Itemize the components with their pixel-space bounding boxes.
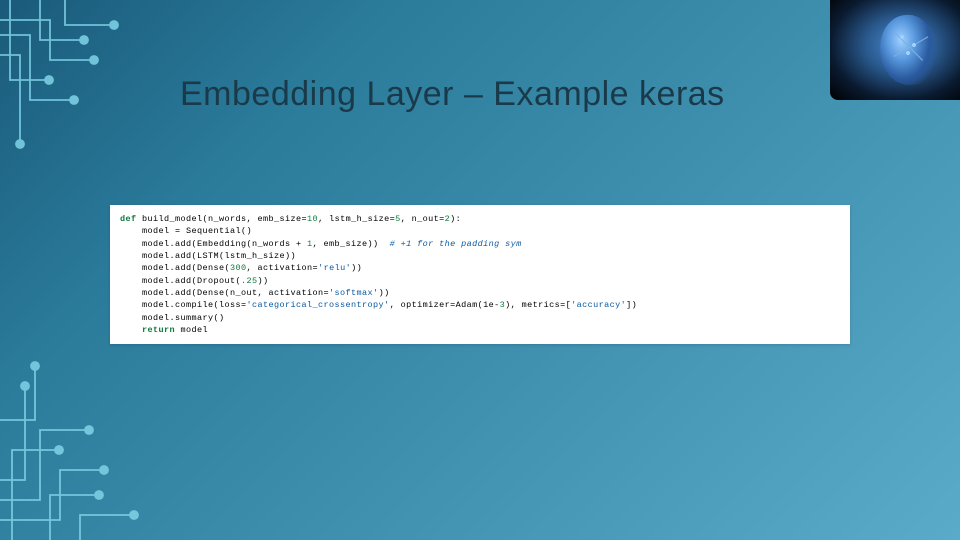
slide-title: Embedding Layer – Example keras bbox=[180, 75, 820, 114]
ai-head-image bbox=[830, 0, 960, 100]
circuit-decoration-top-left bbox=[0, 0, 180, 180]
code-block: def build_model(n_words, emb_size=10, ls… bbox=[110, 205, 850, 344]
circuit-decoration-bottom-left bbox=[0, 320, 180, 540]
slide: Embedding Layer – Example keras def buil… bbox=[0, 0, 960, 540]
code-content: def build_model(n_words, emb_size=10, ls… bbox=[120, 213, 840, 336]
